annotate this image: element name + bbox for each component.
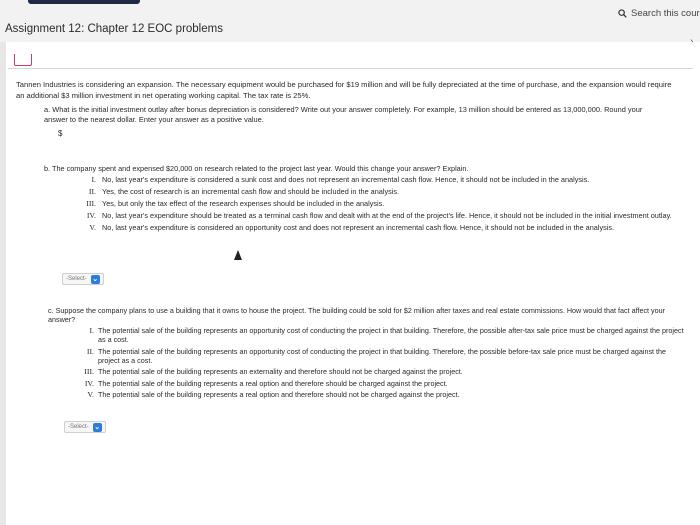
- list-item: IV. The potential sale of the building re…: [48, 379, 688, 388]
- option-number: III.: [86, 199, 96, 209]
- part-a-letter: a.: [44, 105, 51, 114]
- part-a-question: What is the initial investment outlay af…: [44, 105, 643, 124]
- list-item: I. No, last year's expenditure is conside…: [44, 175, 684, 184]
- part-b: b. The company spent and expensed $20,00…: [44, 164, 684, 235]
- select-label: -Select-: [68, 424, 89, 430]
- option-number: V.: [87, 390, 94, 399]
- part-b-select-dropdown[interactable]: -Select- ⌄: [62, 273, 104, 285]
- list-item: III. The potential sale of the building r…: [48, 367, 688, 376]
- list-item: V. No, last year's expenditure is conside…: [44, 223, 684, 232]
- list-item: I. The potential sale of the building rep…: [48, 326, 688, 344]
- part-a-answer-row: $: [58, 127, 139, 139]
- list-item: III. Yes, but only the tax effect of the …: [44, 199, 684, 208]
- option-number: I.: [91, 175, 96, 185]
- search-icon: [618, 9, 627, 18]
- option-text: The potential sale of the building repre…: [98, 390, 460, 399]
- list-item: II. Yes, the cost of research is an incre…: [44, 187, 684, 196]
- option-number: II.: [86, 346, 94, 356]
- option-text: The potential sale of the building repre…: [98, 367, 463, 376]
- option-number: I.: [89, 326, 94, 335]
- part-c-select-dropdown[interactable]: -Select- ⌄: [64, 421, 106, 433]
- option-number: IV.: [84, 378, 94, 388]
- search-link[interactable]: Search this cours: [618, 8, 700, 19]
- option-number: V.: [89, 223, 96, 233]
- top-bar: Assignment 12: Chapter 12 EOC problems S…: [0, 0, 700, 47]
- part-a: a. What is the initial investment outlay…: [44, 105, 664, 124]
- option-text: The potential sale of the building repre…: [98, 378, 448, 388]
- option-text: The potential sale of the building repre…: [98, 326, 684, 344]
- module-icon: [14, 54, 32, 66]
- option-number: IV.: [86, 211, 96, 221]
- option-number: II.: [88, 187, 96, 197]
- list-item: II. The potential sale of the building re…: [48, 347, 688, 365]
- option-text: Yes, the cost of research is an incremen…: [102, 187, 400, 197]
- part-c-options: I. The potential sale of the building rep…: [48, 326, 688, 399]
- part-c-letter: c.: [48, 306, 54, 315]
- dropdown-arrow-icon[interactable]: ⌄: [92, 422, 102, 432]
- assignment-title: Assignment 12: Chapter 12 EOC problems: [5, 23, 223, 35]
- part-b-question: The company spent and expensed $20,000 o…: [52, 164, 469, 173]
- search-label: Search this cours: [631, 8, 700, 19]
- part-c: c. Suppose the company plans to use a bu…: [48, 306, 688, 402]
- part-c-question: Suppose the company plans to use a build…: [48, 306, 666, 324]
- mouse-cursor-icon: [234, 250, 242, 260]
- list-item: IV. No, last year's expenditure should be…: [44, 211, 684, 220]
- option-text: The potential sale of the building repre…: [98, 346, 667, 365]
- list-item: V. The potential sale of the building rep…: [48, 390, 688, 399]
- part-a-answer-input[interactable]: [64, 127, 139, 139]
- option-text: Yes, but only the tax effect of the rese…: [102, 199, 385, 209]
- divider: [8, 68, 693, 69]
- dropdown-arrow-icon[interactable]: ⌄: [90, 274, 100, 284]
- option-number: III.: [84, 367, 94, 376]
- brand-logo-strip: [28, 0, 140, 4]
- problem-intro: Tannen Industries is considering an expa…: [16, 80, 672, 100]
- currency-symbol: $: [58, 128, 63, 138]
- option-text: No, last year's expenditure is considere…: [102, 175, 590, 185]
- option-text: No, last year's expenditure is considere…: [102, 223, 615, 233]
- part-b-letter: b.: [44, 164, 51, 173]
- select-label: -Select-: [66, 276, 87, 282]
- option-text: No, last year's expenditure should be tr…: [102, 211, 672, 221]
- part-b-options: I. No, last year's expenditure is conside…: [44, 175, 684, 232]
